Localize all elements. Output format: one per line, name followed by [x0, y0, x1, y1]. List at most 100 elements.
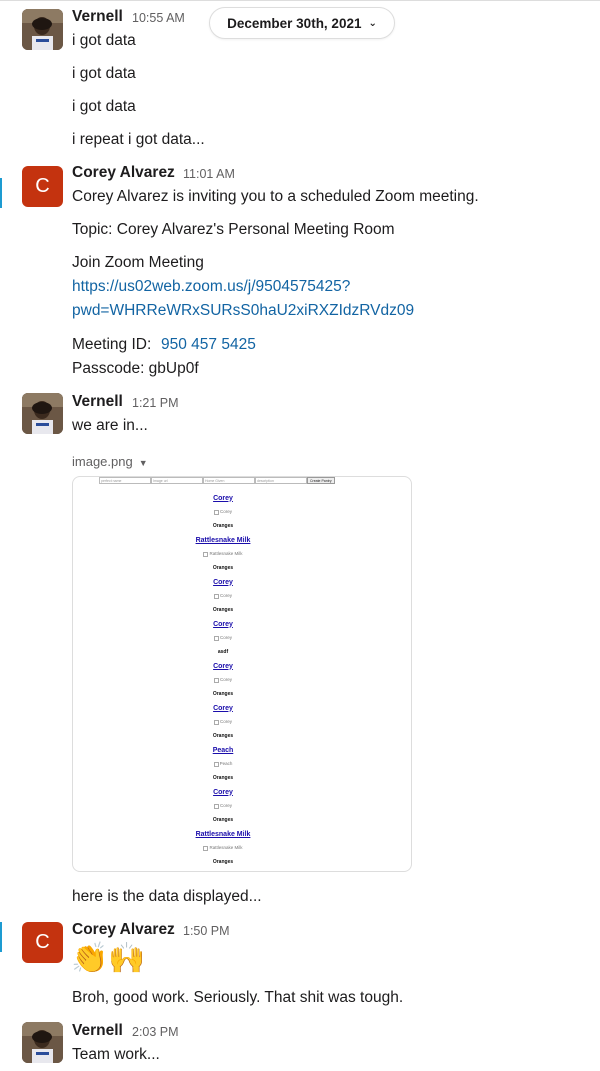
thread-accent — [0, 178, 2, 208]
preview-row: Corey — [73, 491, 373, 505]
preview-row: Peach — [73, 757, 373, 771]
message-text: i repeat i got data... — [72, 131, 205, 148]
preview-row: Corey — [73, 673, 373, 687]
preview-link: Rattlesnake Milk — [195, 830, 251, 838]
preview-row: Rattlesnake Milk — [73, 533, 373, 547]
user-photo-icon — [22, 1022, 63, 1063]
user-photo-icon — [22, 393, 63, 434]
preview-row: asdf — [73, 645, 373, 659]
preview-row: Rattlesnake Milk — [73, 869, 373, 871]
preview-broken-image: Rattlesnake Milk — [203, 845, 242, 850]
preview-link: Corey — [213, 788, 233, 796]
preview-row: Corey — [73, 799, 373, 813]
preview-field: Home Given — [203, 477, 255, 484]
preview-row: Peach — [73, 743, 373, 757]
author-name[interactable]: Vernell — [72, 8, 123, 26]
preview-row: Oranges — [73, 603, 373, 617]
preview-row: Oranges — [73, 813, 373, 827]
preview-link: Corey — [213, 704, 233, 712]
file-header[interactable]: image.png ▼ — [72, 453, 148, 471]
top-divider — [0, 0, 600, 1]
preview-text: Oranges — [212, 775, 234, 781]
preview-row: Corey — [73, 589, 373, 603]
preview-link: Corey — [213, 620, 233, 628]
message-text: Passcode: gbUp0f — [72, 360, 199, 377]
zoom-link[interactable]: pwd=WHRReWRxSURsS0haU2xiRXZIdzRVdz09 — [72, 302, 414, 320]
preview-field: description — [255, 477, 307, 484]
preview-row: Corey — [73, 617, 373, 631]
message-text: Broh, good work. Seriously. That shit wa… — [72, 989, 404, 1006]
message-text: Join Zoom Meeting — [72, 254, 204, 271]
timestamp[interactable]: 1:21 PM — [132, 396, 179, 410]
preview-row: Rattlesnake Milk — [73, 547, 373, 561]
preview-row: Corey — [73, 715, 373, 729]
preview-row: Corey — [73, 631, 373, 645]
zoom-link[interactable]: https://us02web.zoom.us/j/9504575425? — [72, 278, 350, 296]
preview-row: Oranges — [73, 561, 373, 575]
thread-accent — [0, 922, 2, 952]
preview-broken-image: Corey — [214, 509, 232, 514]
preview-broken-image: Peach — [214, 761, 233, 766]
meeting-id-label: Meeting ID: — [72, 336, 152, 353]
preview-broken-image: Corey — [214, 677, 232, 682]
preview-link: Corey — [213, 494, 233, 502]
timestamp[interactable]: 2:03 PM — [132, 1025, 179, 1039]
timestamp[interactable]: 1:50 PM — [183, 924, 230, 938]
preview-row: Corey — [73, 659, 373, 673]
avatar[interactable]: C — [22, 922, 63, 963]
preview-link: Rattlesnake Milk — [195, 536, 251, 544]
message-text: Corey Alvarez is inviting you to a sched… — [72, 188, 479, 205]
meeting-id-link[interactable]: 950 457 5425 — [161, 336, 256, 354]
author-name[interactable]: Corey Alvarez — [72, 921, 175, 939]
preview-button: Create Pantry — [307, 477, 335, 484]
preview-row: Rattlesnake Milk — [73, 827, 373, 841]
date-label: December 30th, 2021 — [227, 15, 362, 31]
preview-row: Corey — [73, 575, 373, 589]
preview-text: asdf — [217, 649, 229, 655]
date-divider-button[interactable]: December 30th, 2021 ⌄ — [209, 7, 395, 39]
avatar[interactable] — [22, 9, 63, 50]
preview-link: Corey — [213, 662, 233, 670]
preview-text: Oranges — [212, 817, 234, 823]
preview-field: perfect name — [99, 477, 151, 484]
avatar-letter: C — [35, 175, 50, 197]
message-text: we are in... — [72, 417, 148, 434]
message-text: Topic: Corey Alvarez's Personal Meeting … — [72, 221, 395, 238]
avatar[interactable] — [22, 393, 63, 434]
message-text: Team work... — [72, 1046, 160, 1063]
preview-text: Oranges — [212, 523, 234, 529]
user-photo-icon — [22, 9, 63, 50]
message-text: i got data — [72, 98, 136, 115]
preview-broken-image: Rattlesnake Milk — [203, 551, 242, 556]
clap-raised-hands-emoji: 👏🙌 — [71, 942, 146, 975]
author-name[interactable]: Vernell — [72, 1022, 123, 1040]
preview-broken-image: Corey — [214, 719, 232, 724]
preview-link: Peach — [212, 746, 234, 754]
preview-text: Oranges — [212, 607, 234, 613]
timestamp[interactable]: 10:55 AM — [132, 11, 185, 25]
preview-broken-image: Corey — [214, 593, 232, 598]
preview-row: Corey — [73, 785, 373, 799]
avatar[interactable]: C — [22, 166, 63, 207]
image-preview[interactable]: perfect name Image url Home Given descri… — [72, 476, 412, 872]
message-text: here is the data displayed... — [72, 888, 262, 905]
author-name[interactable]: Vernell — [72, 393, 123, 411]
preview-row: Corey — [73, 505, 373, 519]
timestamp[interactable]: 11:01 AM — [183, 167, 235, 181]
preview-row: Oranges — [73, 771, 373, 785]
preview-form-bar: perfect name Image url Home Given descri… — [99, 477, 335, 485]
preview-text: Oranges — [212, 733, 234, 739]
file-name: image.png — [72, 454, 133, 469]
preview-link: Corey — [213, 578, 233, 586]
preview-text: Oranges — [212, 691, 234, 697]
author-name[interactable]: Corey Alvarez — [72, 164, 175, 182]
avatar-letter: C — [35, 931, 50, 953]
preview-row: Corey — [73, 701, 373, 715]
preview-row: Oranges — [73, 729, 373, 743]
message-text: i got data — [72, 32, 136, 49]
preview-broken-image: Corey — [214, 803, 232, 808]
avatar[interactable] — [22, 1022, 63, 1063]
chevron-down-icon: ⌄ — [368, 17, 377, 29]
preview-list: Corey Corey Oranges Rattlesnake Milk Rattles… — [73, 491, 373, 871]
message-text: i got data — [72, 65, 136, 82]
